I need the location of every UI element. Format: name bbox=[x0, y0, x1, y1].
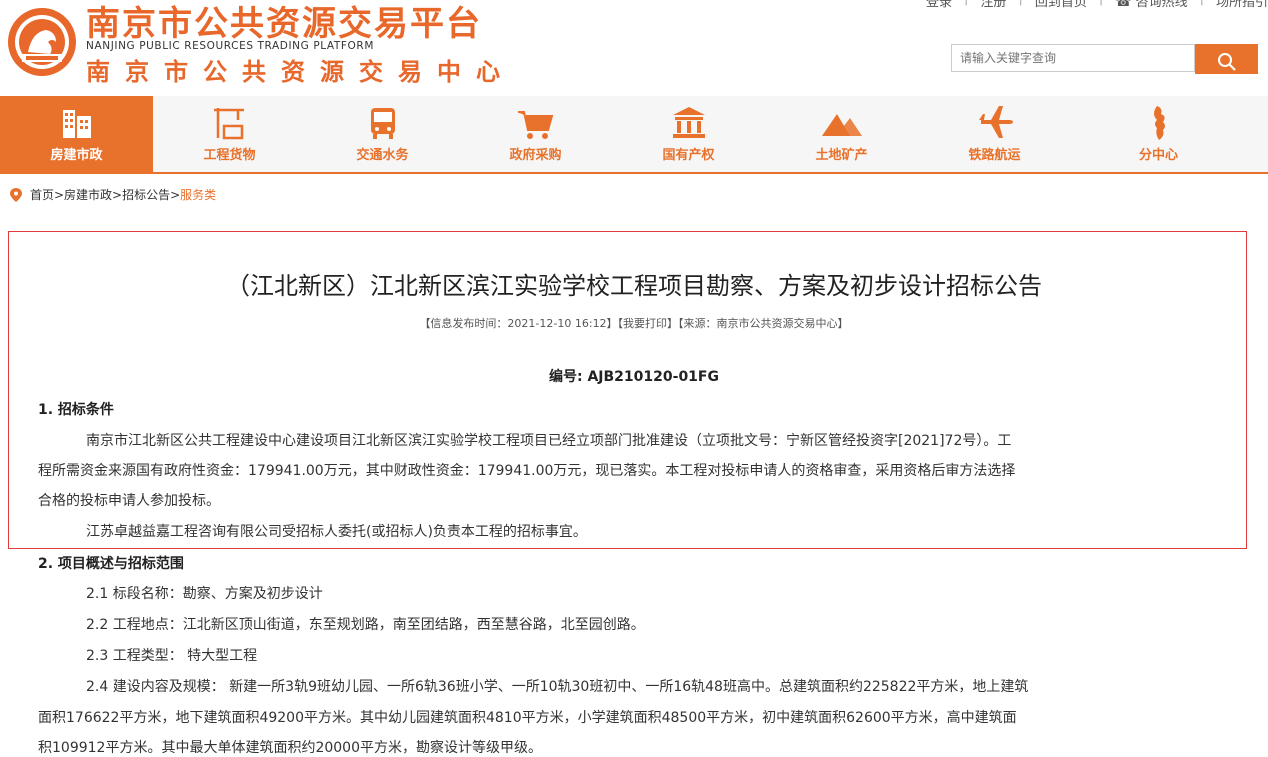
nav-label: 工程货物 bbox=[203, 148, 256, 163]
article-title: （江北新区）江北新区滨江实验学校工程项目勘察、方案及初步设计招标公告 bbox=[226, 272, 1042, 300]
paragraph-line: 2.2 工程地点：江北新区顶山街道，东至规划路，南至团结路，西至慧谷路，北至园创… bbox=[86, 617, 645, 633]
search-button[interactable] bbox=[1195, 44, 1258, 74]
divider: | bbox=[1200, 0, 1204, 10]
breadcrumb-current: 服务类 bbox=[180, 188, 217, 202]
map-icon bbox=[1153, 106, 1165, 140]
hotline-label: 咨询热线 bbox=[1135, 0, 1188, 10]
logo-title[interactable]: 南京市公共资源交易平台 bbox=[86, 0, 482, 45]
register-link[interactable]: 注册 bbox=[980, 0, 1006, 10]
mountain-icon bbox=[821, 114, 862, 136]
paragraph-line: 江苏卓越益嘉工程咨询有限公司受招标人委托(或招标人)负责本工程的招标事宜。 bbox=[86, 524, 587, 540]
divider: | bbox=[964, 0, 968, 10]
main-nav: 房建市政 工程货物 交通水务 政府采购 国有产权 土地矿产 铁路航运 分中心 bbox=[0, 96, 1268, 174]
nav-label: 房建市政 bbox=[50, 148, 103, 163]
crane-icon bbox=[213, 108, 244, 140]
nav-item-railway-shipping[interactable]: 铁路航运 bbox=[918, 96, 1071, 172]
nav-item-transport-water[interactable]: 交通水务 bbox=[306, 96, 459, 172]
breadcrumb: 首页>房建市政>招标公告> 服务类 bbox=[10, 186, 216, 203]
login-link[interactable]: 登录 bbox=[926, 0, 952, 10]
breadcrumb-path[interactable]: 首页>房建市政>招标公告> bbox=[30, 186, 180, 203]
paragraph-line: 积109912平方米。其中最大单体建筑面积约20000平方米，勘察设计等级甲级。 bbox=[38, 740, 542, 756]
paragraph-line: 程所需资金来源国有政府性资金：179941.00万元，其中财政性资金：17994… bbox=[38, 463, 1016, 479]
section-heading: 1. 招标条件 bbox=[38, 402, 114, 418]
paragraph-line: 2.1 标段名称：勘察、方案及初步设计 bbox=[86, 586, 323, 602]
search-bar bbox=[951, 44, 1258, 74]
nav-label: 土地矿产 bbox=[815, 148, 868, 163]
nav-item-engineering-goods[interactable]: 工程货物 bbox=[153, 96, 306, 172]
nav-item-government-procurement[interactable]: 政府采购 bbox=[459, 96, 612, 172]
article-meta[interactable]: 【信息发布时间：2021-12-10 16:12】【我要打印】【来源：南京市公共… bbox=[0, 315, 1268, 331]
location-pin-icon bbox=[10, 187, 22, 202]
nav-label: 铁路航运 bbox=[968, 148, 1021, 163]
hotline-link[interactable]: ☎ 咨询热线 bbox=[1115, 0, 1187, 10]
search-input[interactable] bbox=[951, 44, 1195, 72]
nav-label: 国有产权 bbox=[662, 148, 715, 163]
divider: | bbox=[1018, 0, 1022, 10]
building-icon bbox=[62, 110, 91, 138]
search-icon bbox=[1217, 52, 1236, 71]
cart-icon bbox=[517, 111, 553, 139]
paragraph-line: 南京市江北新区公共工程建设中心建设项目江北新区滨江实验学校工程项目已经立项部门批… bbox=[86, 433, 1012, 449]
paragraph-line: 合格的投标申请人参加投标。 bbox=[38, 493, 220, 509]
nav-item-state-property[interactable]: 国有产权 bbox=[612, 96, 765, 172]
paragraph-line: 2.4 建设内容及规模： 新建一所3轨9班幼儿园、一所6轨36班小学、一所10轨… bbox=[86, 679, 1029, 695]
divider: | bbox=[1099, 0, 1103, 10]
nav-label: 政府采购 bbox=[509, 148, 562, 163]
nav-label: 交通水务 bbox=[356, 148, 409, 163]
nav-item-land-minerals[interactable]: 土地矿产 bbox=[765, 96, 918, 172]
article-code: 编号: AJB210120-01FG bbox=[549, 369, 719, 385]
venue-guide-link[interactable]: 场所指引 bbox=[1216, 0, 1268, 10]
phone-icon: ☎ bbox=[1115, 0, 1132, 10]
site-header: 南京市公共资源交易平台 NANJING PUBLIC RESOURCES TRA… bbox=[0, 0, 1268, 92]
top-links: 登录 | 注册 | 回到首页 | ☎ 咨询热线 | 场所指引 bbox=[926, 0, 1268, 10]
nav-item-sub-center[interactable]: 分中心 bbox=[1071, 96, 1246, 172]
logo-subtitle: 南京市公共资源交易中心 bbox=[86, 58, 515, 86]
bus-icon bbox=[370, 108, 395, 139]
city-emblem-icon[interactable] bbox=[6, 6, 78, 78]
nav-item-housing[interactable]: 房建市政 bbox=[0, 96, 153, 172]
bank-icon bbox=[672, 107, 705, 138]
logo-english: NANJING PUBLIC RESOURCES TRADING PLATFOR… bbox=[86, 40, 374, 52]
section-heading: 2. 项目概述与招标范围 bbox=[38, 556, 184, 572]
nav-label: 分中心 bbox=[1138, 148, 1178, 163]
home-link[interactable]: 回到首页 bbox=[1035, 0, 1087, 10]
paragraph-line: 面积176622平方米，地下建筑面积49200平方米。其中幼儿园建筑面积4810… bbox=[38, 710, 1017, 726]
airplane-icon bbox=[978, 106, 1013, 138]
paragraph-line: 2.3 工程类型： 特大型工程 bbox=[86, 648, 258, 664]
